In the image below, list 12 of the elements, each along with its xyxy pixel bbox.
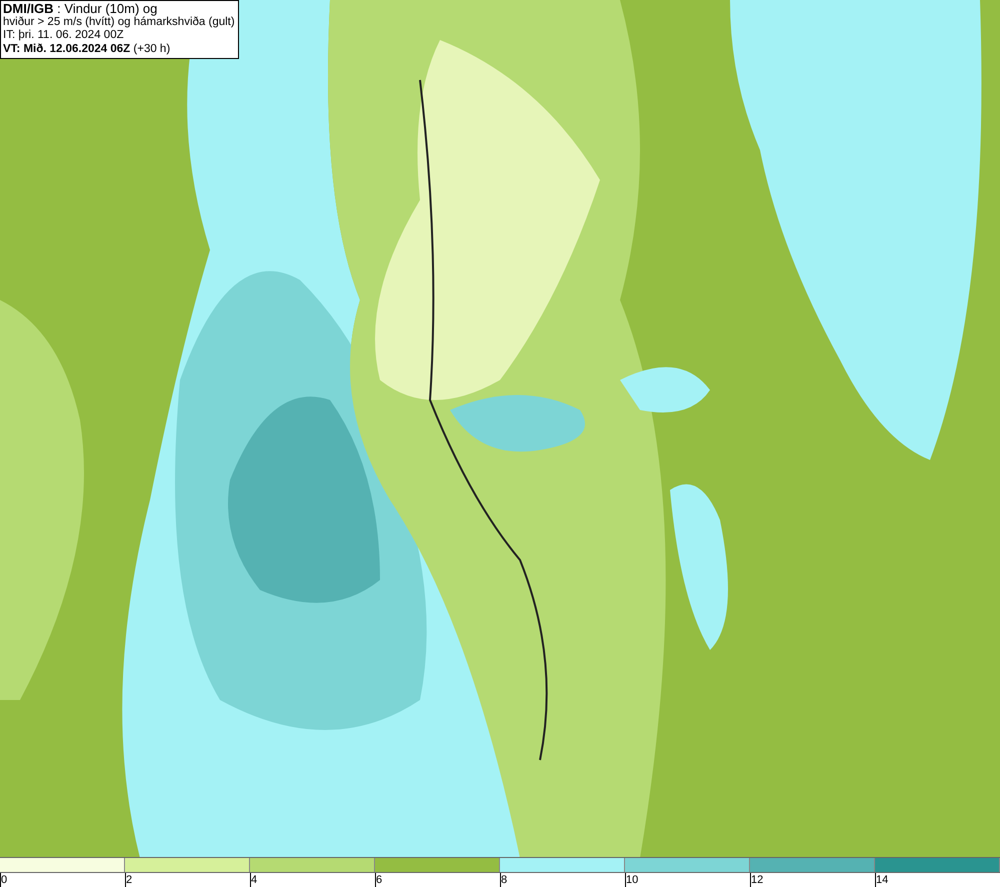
legend-tick-label: 2 xyxy=(125,873,132,887)
legend-tick-label: 8 xyxy=(500,873,508,887)
legend-tick-label: 0 xyxy=(0,873,8,887)
info-text: IT: þri. 11. 06. 2024 00Z xyxy=(3,29,125,42)
info-text: hviður > 25 m/s (hvítt) og hámarkshviða (gult) xyxy=(3,16,235,29)
info-text: VT: Mið. 12.06.2024 06Z (+30 h) xyxy=(3,42,172,56)
legend-tick-label: 10 xyxy=(625,873,638,887)
legend-tick-label: 12 xyxy=(750,873,764,887)
info-text: DMI/IGB : Vindur (10m) og xyxy=(3,2,158,16)
legend-tick-label: 14 xyxy=(875,873,888,887)
legend-tick-label: 6 xyxy=(375,873,382,887)
legend-tick-label: 4 xyxy=(250,873,258,887)
